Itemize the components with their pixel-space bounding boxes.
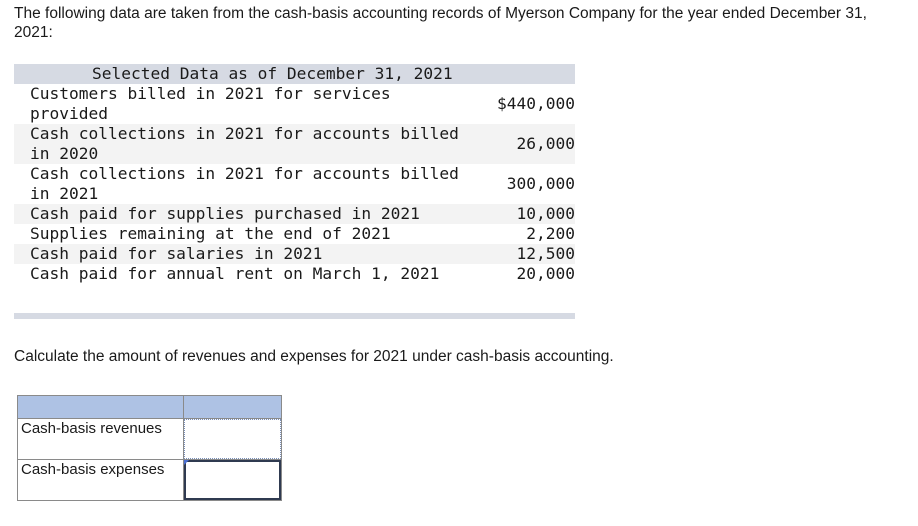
answer-row: Cash-basis revenues: [17, 418, 282, 460]
data-row-label: Supplies remaining at the end of 2021: [14, 224, 460, 244]
data-row-value: 10,000: [460, 204, 575, 224]
data-row-label: Customers billed in 2021 for services pr…: [14, 84, 460, 124]
data-row-value: 12,500: [460, 244, 575, 264]
data-row-label: Cash paid for salaries in 2021: [14, 244, 460, 264]
answer-row-label: Cash-basis revenues: [17, 418, 184, 460]
data-row-value: 2,200: [460, 224, 575, 244]
data-row-value: $440,000: [460, 84, 575, 124]
question-text: Calculate the amount of revenues and exp…: [14, 348, 614, 365]
data-row: Supplies remaining at the end of 2021 2,…: [14, 224, 575, 244]
data-row: Cash paid for salaries in 2021 12,500: [14, 244, 575, 264]
intro-text: The following data are taken from the ca…: [14, 5, 867, 41]
cash-basis-revenues-input[interactable]: [184, 419, 281, 459]
data-table-header: Selected Data as of December 31, 2021: [14, 64, 575, 84]
data-row: Customers billed in 2021 for services pr…: [14, 84, 575, 124]
answer-input-cell: [183, 418, 282, 460]
data-row: Cash collections in 2021 for accounts bi…: [14, 124, 575, 164]
data-row-label: Cash paid for annual rent on March 1, 20…: [14, 264, 460, 284]
answer-header-label-cell: [17, 395, 184, 419]
answer-table: Cash-basis revenues Cash-basis expenses: [17, 395, 282, 501]
data-row-label: Cash collections in 2021 for accounts bi…: [14, 164, 460, 204]
data-row: Cash collections in 2021 for accounts bi…: [14, 164, 575, 204]
cell-marker-icon: [184, 460, 189, 465]
data-row-value: 20,000: [460, 264, 575, 284]
data-table-footer-bar: [14, 313, 575, 319]
data-row: Cash paid for annual rent on March 1, 20…: [14, 264, 575, 284]
answer-input-cell: [183, 459, 282, 501]
data-row-value: 26,000: [460, 124, 575, 164]
answer-row: Cash-basis expenses: [17, 459, 282, 501]
data-row: Cash paid for supplies purchased in 2021…: [14, 204, 575, 224]
data-row-label: Cash collections in 2021 for accounts bi…: [14, 124, 460, 164]
data-row-label: Cash paid for supplies purchased in 2021: [14, 204, 460, 224]
selected-data-table: Selected Data as of December 31, 2021 Cu…: [14, 64, 575, 284]
cash-basis-expenses-input[interactable]: [184, 460, 281, 500]
answer-header-value-cell: [183, 395, 282, 419]
data-row-value: 300,000: [460, 164, 575, 204]
answer-row-label: Cash-basis expenses: [17, 459, 184, 501]
